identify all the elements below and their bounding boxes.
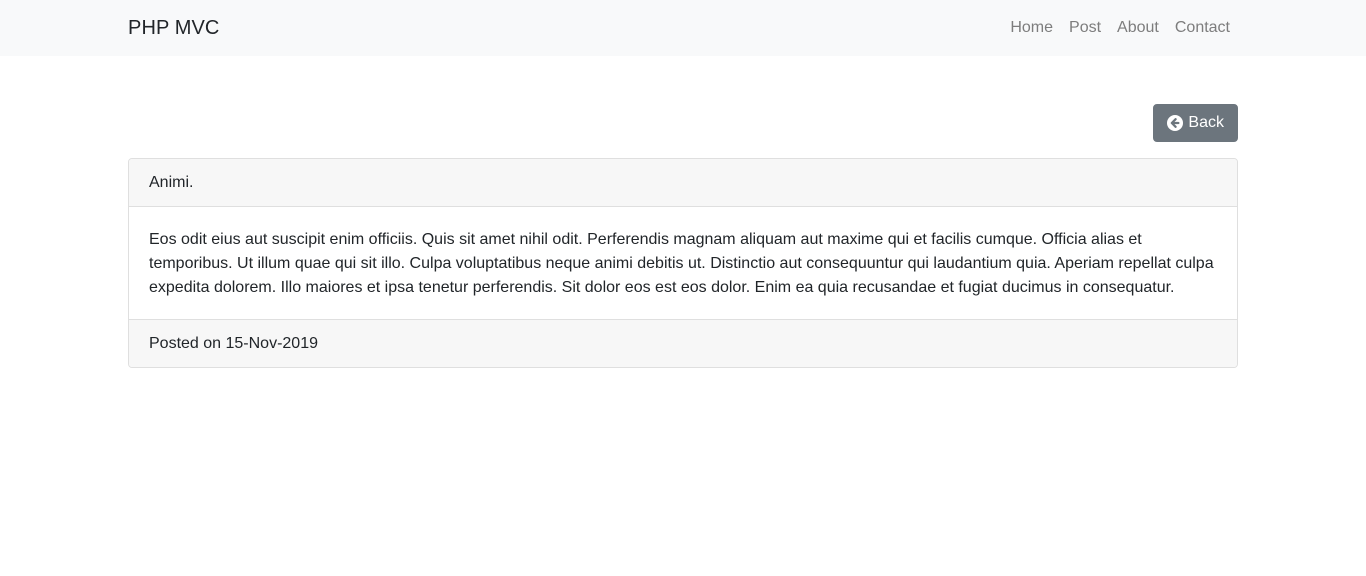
arrow-circle-left-icon — [1167, 115, 1184, 131]
navbar-container: PHP MVC Home Post About Contact — [128, 0, 1238, 56]
post-footer-date: Posted on 15-Nov-2019 — [129, 319, 1237, 367]
post-title: Animi. — [129, 159, 1237, 207]
nav-link-home[interactable]: Home — [1002, 19, 1061, 37]
nav-links: Home Post About Contact — [1002, 19, 1230, 37]
nav-link-post[interactable]: Post — [1061, 19, 1109, 37]
post-body: Eos odit eius aut suscipit enim officiis… — [129, 207, 1237, 319]
nav-link-about[interactable]: About — [1109, 19, 1167, 37]
post-card: Animi. Eos odit eius aut suscipit enim o… — [128, 158, 1238, 368]
back-button-label: Back — [1188, 114, 1224, 131]
main-content: Back Animi. Eos odit eius aut suscipit e… — [128, 104, 1238, 368]
brand-link[interactable]: PHP MVC — [128, 17, 219, 40]
back-button[interactable]: Back — [1153, 104, 1238, 142]
top-navbar: PHP MVC Home Post About Contact — [0, 0, 1366, 56]
back-row: Back — [128, 104, 1238, 142]
nav-link-contact[interactable]: Contact — [1167, 19, 1230, 37]
